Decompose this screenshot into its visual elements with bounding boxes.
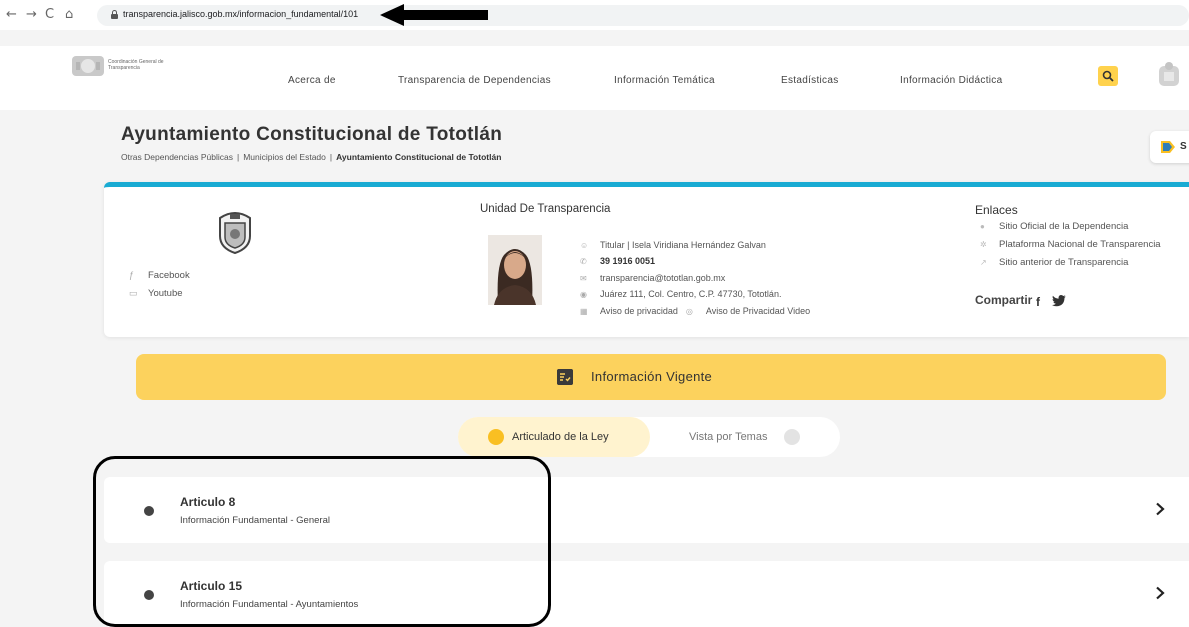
email-row[interactable]: ✉ transparencia@tototlan.gob.mx <box>580 273 725 283</box>
breadcrumb-separator: | <box>236 152 240 162</box>
url-text: transparencia.jalisco.gob.mx/informacion… <box>123 9 359 19</box>
browser-toolbar: ← → C ⌂ transparencia.jalisco.gob.mx/inf… <box>0 0 1189 30</box>
external-link-icon: ↗ <box>980 258 987 267</box>
enlace-sitio-oficial[interactable]: ● Sitio Oficial de la Dependencia <box>980 221 1128 232</box>
gear-icon: ✲ <box>980 240 987 249</box>
aviso-privacidad-link[interactable]: Aviso de privacidad <box>600 306 678 316</box>
menu-informacion-tematica[interactable]: Información Temática <box>614 75 715 86</box>
enlace-sitio-anterior[interactable]: ↗ Sitio anterior de Transparencia <box>980 257 1128 268</box>
social-youtube-link[interactable]: ▭ Youtube <box>129 288 183 299</box>
breadcrumb: Otras Dependencias Públicas | Municipios d… <box>121 152 501 162</box>
side-button-label: S <box>1180 141 1187 152</box>
view-toggle: Articulado de la Ley Vista por Temas <box>458 417 840 457</box>
toggle-option-articulado[interactable]: Articulado de la Ley <box>458 417 650 457</box>
enlace-plataforma-nacional[interactable]: ✲ Plataforma Nacional de Transparencia <box>980 239 1161 250</box>
document-icon: ▦ <box>580 307 588 316</box>
informacion-vigente-banner[interactable]: Información Vigente <box>136 354 1166 400</box>
page-title: Ayuntamiento Constitucional de Tototlán <box>121 124 503 145</box>
social-facebook-link[interactable]: ƒ Facebook <box>129 270 190 281</box>
banner-label: Información Vigente <box>591 369 713 384</box>
site-header: Coordinación General de Transparencia Ac… <box>0 46 1189 110</box>
back-arrow-icon[interactable]: ← <box>6 7 17 23</box>
side-floating-button[interactable]: S <box>1150 131 1189 163</box>
reload-icon[interactable]: C <box>45 7 54 23</box>
menu-informacion-didactica[interactable]: Información Didáctica <box>900 75 1002 86</box>
dependency-info-card: ƒ Facebook ▭ Youtube Unidad De Transparenc… <box>104 182 1189 337</box>
active-dot-icon <box>488 429 504 445</box>
inactive-dot-icon <box>784 429 800 445</box>
breadcrumb-separator: | <box>329 152 333 162</box>
location-icon: ◉ <box>580 290 587 299</box>
address-bar[interactable]: transparencia.jalisco.gob.mx/informacion… <box>97 5 1189 26</box>
menu-acerca-de[interactable]: Acerca de <box>288 75 336 86</box>
titular-photo <box>488 235 542 305</box>
breadcrumb-item-municipios[interactable]: Municipios del Estado <box>243 152 326 162</box>
phone-icon: ✆ <box>580 257 587 266</box>
breadcrumb-item-otras-dependencias[interactable]: Otras Dependencias Públicas <box>121 152 233 162</box>
toggle-option-temas[interactable]: Vista por Temas <box>689 431 767 443</box>
compartir-label: Compartir <box>975 293 1033 307</box>
logo-text: Coordinación General de Transparencia <box>108 59 164 71</box>
share-twitter-icon[interactable] <box>1052 295 1066 307</box>
forward-arrow-icon[interactable]: → <box>26 7 37 23</box>
share-facebook-icon[interactable]: f <box>1036 295 1040 309</box>
facebook-icon: ƒ <box>129 270 135 280</box>
tag-icon <box>1161 141 1175 153</box>
video-icon: ◎ <box>685 307 693 316</box>
chevron-right-icon <box>1156 586 1165 600</box>
state-seal-icon <box>1159 62 1179 86</box>
phone-row: ✆ 39 1916 0051 <box>580 256 656 266</box>
search-icon <box>1102 70 1114 82</box>
lock-icon <box>111 10 118 19</box>
chevron-right-icon <box>1156 502 1165 516</box>
menu-transparencia-dependencias[interactable]: Transparencia de Dependencias <box>398 75 551 86</box>
privacy-row: ▦ Aviso de privacidad ◎ Aviso de Privacidad… <box>580 306 810 316</box>
user-icon: ☺ <box>580 241 589 250</box>
enlaces-title: Enlaces <box>975 203 1018 217</box>
checklist-icon <box>557 369 573 385</box>
annotation-rectangle <box>93 456 551 627</box>
toggle-option-a-label: Articulado de la Ley <box>512 431 609 443</box>
site-logo[interactable]: Coordinación General de Transparencia <box>70 54 190 78</box>
aviso-privacidad-video-link[interactable]: Aviso de Privacidad Video <box>706 306 810 316</box>
address-row: ◉ Juárez 111, Col. Centro, C.P. 47730, To… <box>580 289 782 299</box>
youtube-icon: ▭ <box>129 288 138 298</box>
search-button[interactable] <box>1098 66 1118 86</box>
mail-icon: ✉ <box>580 274 587 283</box>
titular-row: ☺ Titular | Isela Viridiana Hernández Gal… <box>580 240 766 250</box>
home-icon[interactable]: ⌂ <box>65 7 73 23</box>
breadcrumb-item-current: Ayuntamiento Constitucional de Tototlán <box>336 152 502 162</box>
unit-title: Unidad De Transparencia <box>480 203 611 215</box>
seal-logo-icon <box>72 56 104 76</box>
municipal-crest-icon <box>219 212 251 254</box>
annotation-arrow-icon <box>380 4 488 26</box>
globe-icon: ● <box>980 222 985 231</box>
menu-estadisticas[interactable]: Estadísticas <box>781 75 839 86</box>
